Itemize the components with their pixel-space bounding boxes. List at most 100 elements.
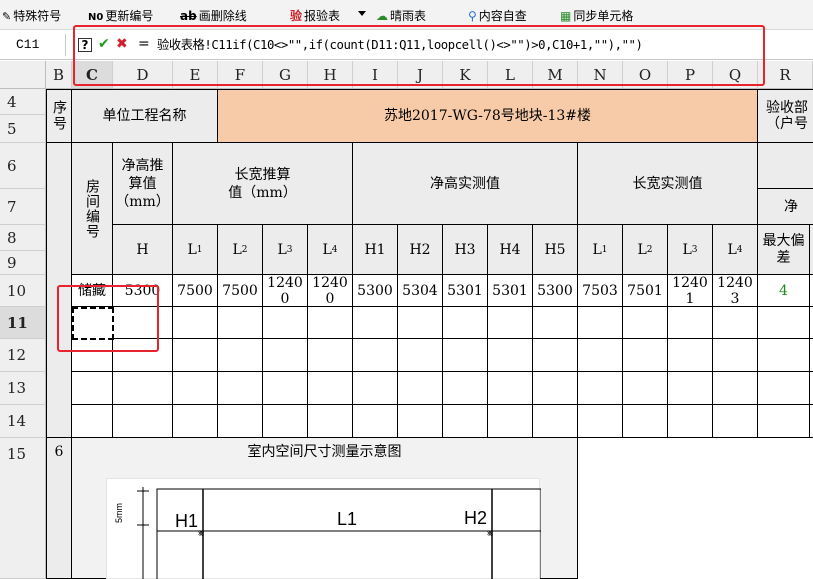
grid-cell[interactable] bbox=[623, 307, 668, 339]
grid-cell[interactable] bbox=[488, 405, 533, 438]
sketch-l1-label: L1 bbox=[337, 509, 357, 529]
sync-cells-button[interactable]: ▦ 同步单元格 bbox=[560, 7, 633, 25]
row-header-12[interactable]: 12 bbox=[0, 339, 46, 372]
h3-cell-k10[interactable]: 5301 bbox=[443, 275, 488, 307]
l4-meas-cell-q10[interactable]: 12403 bbox=[713, 275, 758, 307]
grid-cell[interactable] bbox=[308, 339, 353, 372]
self-check-button[interactable]: ⚲ 内容自查 bbox=[468, 7, 527, 25]
l2-meas-cell-o10[interactable]: 7501 bbox=[623, 275, 668, 307]
grid-cell[interactable] bbox=[113, 405, 173, 438]
grid-cell[interactable] bbox=[488, 372, 533, 405]
row-header-13[interactable]: 13 bbox=[0, 372, 46, 405]
grid-cell[interactable] bbox=[578, 405, 623, 438]
grid-cell[interactable] bbox=[218, 307, 263, 339]
weather-button[interactable]: ☁ 晴雨表 bbox=[376, 7, 426, 25]
column-header-r[interactable]: R bbox=[758, 61, 813, 89]
grid-cell[interactable] bbox=[758, 372, 810, 405]
grid-cell[interactable] bbox=[218, 405, 263, 438]
row-header-10[interactable]: 10 bbox=[0, 275, 46, 307]
grid-cell[interactable] bbox=[713, 339, 758, 372]
report-button[interactable]: 验报验表 bbox=[290, 7, 340, 25]
grid-cell[interactable] bbox=[443, 307, 488, 339]
l4-est-cell-h10[interactable]: 12400 bbox=[308, 275, 353, 307]
grid-cell[interactable] bbox=[398, 405, 443, 438]
grid-cell[interactable] bbox=[218, 372, 263, 405]
grid-cell[interactable] bbox=[443, 372, 488, 405]
name-box[interactable]: C11 bbox=[0, 34, 66, 56]
row-header-8[interactable]: 8 bbox=[0, 225, 46, 251]
grid-cell[interactable] bbox=[443, 339, 488, 372]
grid-cell[interactable] bbox=[353, 405, 398, 438]
grid-cell[interactable] bbox=[218, 339, 263, 372]
grid-cell[interactable] bbox=[488, 307, 533, 339]
grid-cell[interactable] bbox=[668, 307, 713, 339]
grid-cell[interactable] bbox=[578, 307, 623, 339]
grid-cell[interactable] bbox=[72, 405, 113, 438]
row-header-6[interactable]: 6 bbox=[0, 143, 46, 189]
grid-cell[interactable] bbox=[398, 372, 443, 405]
grid-cell[interactable] bbox=[488, 339, 533, 372]
grid-cell[interactable] bbox=[72, 372, 113, 405]
grid-cell[interactable] bbox=[623, 372, 668, 405]
row-header-9[interactable]: 9 bbox=[0, 251, 46, 275]
strikethrough-button[interactable]: ab 画删除线 bbox=[180, 7, 247, 25]
grid-cell[interactable] bbox=[173, 372, 218, 405]
max-dev-cell-r10[interactable]: 4 bbox=[758, 275, 810, 307]
l3-est-cell-g10[interactable]: 12400 bbox=[263, 275, 308, 307]
grid-cell[interactable] bbox=[443, 405, 488, 438]
row-header-14[interactable]: 14 bbox=[0, 405, 46, 438]
grid-cell[interactable] bbox=[533, 372, 578, 405]
grid-cell[interactable] bbox=[398, 339, 443, 372]
grid-cell[interactable] bbox=[353, 372, 398, 405]
grid-cell[interactable] bbox=[713, 372, 758, 405]
renumber-button[interactable]: N0 更新编号 bbox=[88, 7, 153, 25]
grid-cell[interactable] bbox=[113, 372, 173, 405]
grid-cell[interactable] bbox=[758, 339, 810, 372]
row-header-7[interactable]: 7 bbox=[0, 189, 46, 225]
grid-cell[interactable] bbox=[578, 339, 623, 372]
l1-est-cell-e10[interactable]: 7500 bbox=[173, 275, 218, 307]
unit-name-value[interactable]: 苏地2017-WG-78号地块-13#楼 bbox=[218, 89, 758, 143]
grid-cell[interactable] bbox=[533, 405, 578, 438]
grid-cell[interactable] bbox=[623, 339, 668, 372]
grid-cell[interactable] bbox=[308, 405, 353, 438]
grid-cell[interactable] bbox=[353, 339, 398, 372]
l1-meas-cell-n10[interactable]: 7503 bbox=[578, 275, 623, 307]
grid-cell[interactable] bbox=[533, 339, 578, 372]
grid-cell[interactable] bbox=[668, 339, 713, 372]
h5-cell-m10[interactable]: 5300 bbox=[533, 275, 578, 307]
grid-cell[interactable] bbox=[173, 307, 218, 339]
h2-cell-j10[interactable]: 5304 bbox=[398, 275, 443, 307]
grid-cell[interactable] bbox=[173, 339, 218, 372]
h1-cell-i10[interactable]: 5300 bbox=[353, 275, 398, 307]
l3-meas-cell-p10[interactable]: 12401 bbox=[668, 275, 713, 307]
grid-cell[interactable] bbox=[353, 307, 398, 339]
grid-cell[interactable] bbox=[263, 339, 308, 372]
report-dropdown-icon[interactable] bbox=[358, 11, 366, 16]
grid-cell[interactable] bbox=[263, 372, 308, 405]
grid-cell[interactable] bbox=[308, 307, 353, 339]
grid-cell[interactable] bbox=[668, 372, 713, 405]
h4-cell-l10[interactable]: 5301 bbox=[488, 275, 533, 307]
grid-cell[interactable] bbox=[713, 405, 758, 438]
row-header-11[interactable]: 11 bbox=[0, 307, 46, 339]
grid-cell[interactable] bbox=[533, 307, 578, 339]
special-chars-button[interactable]: ✎ 特殊符号 bbox=[2, 7, 61, 25]
l2-est-cell-f10[interactable]: 7500 bbox=[218, 275, 263, 307]
grid-cell[interactable] bbox=[263, 405, 308, 438]
column-header-b[interactable]: B bbox=[46, 61, 72, 89]
grid-cell[interactable] bbox=[713, 307, 758, 339]
grid-cell[interactable] bbox=[173, 405, 218, 438]
select-all-corner[interactable] bbox=[0, 61, 46, 89]
row-header-5[interactable]: 5 bbox=[0, 115, 46, 143]
grid-cell[interactable] bbox=[398, 307, 443, 339]
grid-cell[interactable] bbox=[758, 405, 810, 438]
grid-cell[interactable] bbox=[263, 307, 308, 339]
row-header-4[interactable]: 4 bbox=[0, 89, 46, 115]
row-header-15[interactable]: 15 bbox=[0, 438, 46, 579]
grid-cell[interactable] bbox=[668, 405, 713, 438]
grid-cell[interactable] bbox=[758, 307, 810, 339]
grid-cell[interactable] bbox=[578, 372, 623, 405]
grid-cell[interactable] bbox=[308, 372, 353, 405]
grid-cell[interactable] bbox=[623, 405, 668, 438]
